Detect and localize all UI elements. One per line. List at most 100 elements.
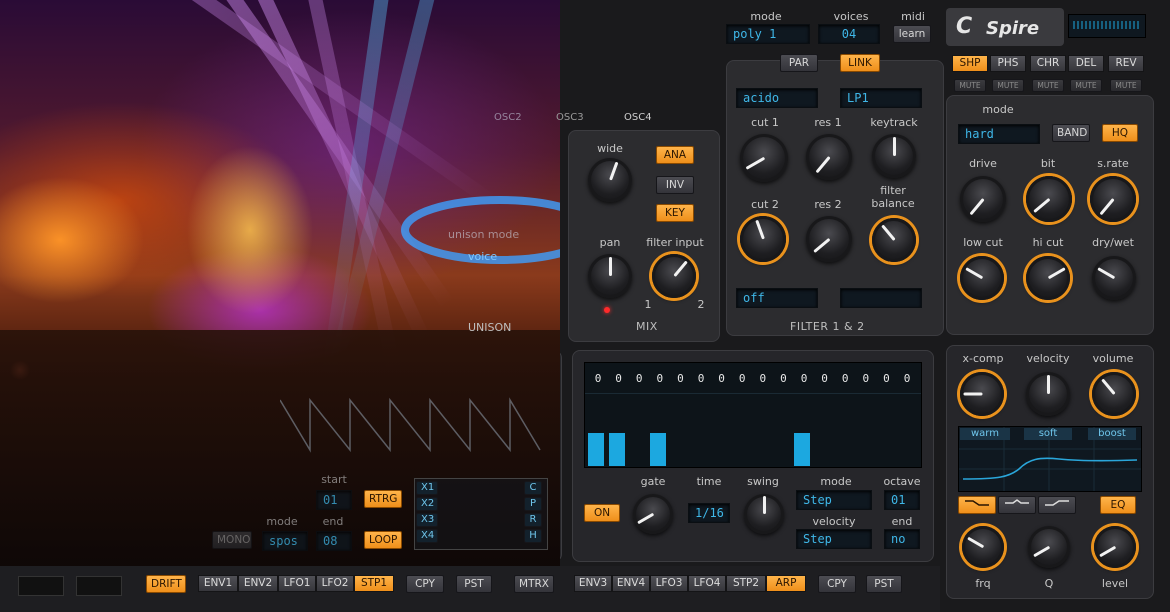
fx-mode-display[interactable]: hard: [958, 124, 1040, 144]
mute-button[interactable]: MUTE: [992, 79, 1024, 92]
inv-button[interactable]: INV: [656, 176, 694, 194]
mod-tab-arp[interactable]: ARP: [766, 575, 806, 592]
octave-display[interactable]: 01: [884, 490, 920, 510]
arp-velocity-display[interactable]: Step: [796, 529, 872, 549]
drift-button[interactable]: DRIFT: [146, 575, 186, 593]
mod-tab-env2[interactable]: ENV2: [238, 575, 278, 592]
cut2-knob[interactable]: [740, 216, 786, 262]
eq-lowshelf-button[interactable]: [958, 496, 996, 514]
hicut-knob[interactable]: [1026, 256, 1070, 300]
c-button[interactable]: C: [524, 481, 542, 495]
mod-tab-env3[interactable]: ENV3: [574, 575, 612, 592]
hq-button[interactable]: HQ: [1102, 124, 1138, 142]
filter2-bottom-display[interactable]: [840, 288, 922, 308]
arp-step-value[interactable]: 0: [693, 372, 709, 385]
arp-step-value[interactable]: 0: [590, 372, 606, 385]
arp-step-value[interactable]: 0: [899, 372, 915, 385]
mod-tab-env4[interactable]: ENV4: [612, 575, 650, 592]
mod-tab-lfo1[interactable]: LFO1: [278, 575, 316, 592]
osc-tab[interactable]: OSC2: [494, 112, 522, 123]
arp-step-bar[interactable]: [794, 433, 810, 466]
velocity-knob[interactable]: [1026, 372, 1070, 416]
step-end-display[interactable]: 08: [316, 531, 352, 551]
fx-tab-phs[interactable]: PHS: [990, 55, 1026, 72]
time-display[interactable]: 1/16: [688, 503, 730, 523]
arp-step-bar[interactable]: [608, 433, 625, 466]
x2-button[interactable]: X2: [416, 497, 438, 511]
cut1-knob[interactable]: [740, 134, 788, 182]
frq-knob[interactable]: [962, 526, 1004, 568]
r-button[interactable]: R: [524, 513, 542, 527]
arp-step-value[interactable]: 0: [611, 372, 627, 385]
res2-knob[interactable]: [806, 216, 852, 262]
mute-button[interactable]: MUTE: [1032, 79, 1064, 92]
mod-tab-stp1[interactable]: STP1: [354, 575, 394, 592]
mod-tab-lfo2[interactable]: LFO2: [316, 575, 354, 592]
fx-tab-chr[interactable]: CHR: [1030, 55, 1066, 72]
arp-mode-display[interactable]: Step: [796, 490, 872, 510]
arp-step-value[interactable]: 0: [878, 372, 894, 385]
eq-mode-soft[interactable]: soft: [1024, 428, 1072, 440]
arp-step-value[interactable]: 0: [837, 372, 853, 385]
arp-step-value[interactable]: 0: [817, 372, 833, 385]
copy-button[interactable]: CPY: [818, 575, 856, 593]
arp-step-bar[interactable]: [649, 433, 666, 466]
lowcut-knob[interactable]: [960, 256, 1004, 300]
pan-knob[interactable]: [588, 254, 632, 298]
step-start-display[interactable]: 01: [316, 490, 352, 510]
rtrg-button[interactable]: RTRG: [364, 490, 402, 508]
fx-tab-del[interactable]: DEL: [1068, 55, 1104, 72]
p-button[interactable]: P: [524, 497, 542, 511]
volume-knob[interactable]: [1092, 372, 1136, 416]
keytrack-knob[interactable]: [872, 134, 916, 178]
osc-tab[interactable]: OSC4: [624, 112, 652, 123]
mode-display[interactable]: poly 1: [726, 24, 810, 44]
arp-step-value[interactable]: 0: [631, 372, 647, 385]
mod-tab-lfo4[interactable]: LFO4: [688, 575, 726, 592]
level-knob[interactable]: [1094, 526, 1136, 568]
fx-tab-rev[interactable]: REV: [1108, 55, 1144, 72]
matrix-button[interactable]: MTRX: [514, 575, 554, 593]
mute-button[interactable]: MUTE: [1110, 79, 1142, 92]
mod-tab-lfo3[interactable]: LFO3: [650, 575, 688, 592]
drywet-knob[interactable]: [1092, 256, 1136, 300]
key-button[interactable]: KEY: [656, 204, 694, 222]
filter-balance-knob[interactable]: [872, 218, 916, 262]
mono-button[interactable]: MONO: [212, 531, 252, 549]
xcomp-knob[interactable]: [960, 372, 1004, 416]
band-button[interactable]: BAND: [1052, 124, 1090, 142]
paste-button[interactable]: PST: [456, 575, 492, 593]
osc-tab[interactable]: OSC3: [556, 112, 584, 123]
wide-knob[interactable]: [588, 158, 632, 202]
h-button[interactable]: H: [524, 529, 542, 543]
voices-display[interactable]: 04: [818, 24, 880, 44]
q-knob[interactable]: [1028, 526, 1070, 568]
arp-step-value[interactable]: 0: [775, 372, 791, 385]
paste-button[interactable]: PST: [866, 575, 902, 593]
filter1-bottom-display[interactable]: off: [736, 288, 818, 308]
fx-tab-shp[interactable]: SHP: [952, 55, 988, 72]
mod-tab-env1[interactable]: ENV1: [198, 575, 238, 592]
filter-input-knob[interactable]: [652, 254, 696, 298]
par-button[interactable]: PAR: [780, 54, 818, 72]
x1-button[interactable]: X1: [416, 481, 438, 495]
eq-mode-warm[interactable]: warm: [960, 428, 1010, 440]
swing-knob[interactable]: [744, 494, 784, 534]
arp-step-value[interactable]: 0: [858, 372, 874, 385]
bit-knob[interactable]: [1026, 176, 1072, 222]
mute-button[interactable]: MUTE: [1070, 79, 1102, 92]
filter1-type-display[interactable]: acido: [736, 88, 818, 108]
eq-button[interactable]: EQ: [1100, 496, 1136, 514]
arp-step-value[interactable]: 0: [755, 372, 771, 385]
filter2-type-display[interactable]: LP1: [840, 88, 922, 108]
arp-step-value[interactable]: 0: [652, 372, 668, 385]
eq-peak-button[interactable]: [998, 496, 1036, 514]
eq-highshelf-button[interactable]: [1038, 496, 1076, 514]
srate-knob[interactable]: [1090, 176, 1136, 222]
ana-button[interactable]: ANA: [656, 146, 694, 164]
arp-step-value[interactable]: 0: [672, 372, 688, 385]
x4-button[interactable]: X4: [416, 529, 438, 543]
loop-button[interactable]: LOOP: [364, 531, 402, 549]
arp-step-value[interactable]: 0: [796, 372, 812, 385]
arp-step-value[interactable]: 0: [714, 372, 730, 385]
